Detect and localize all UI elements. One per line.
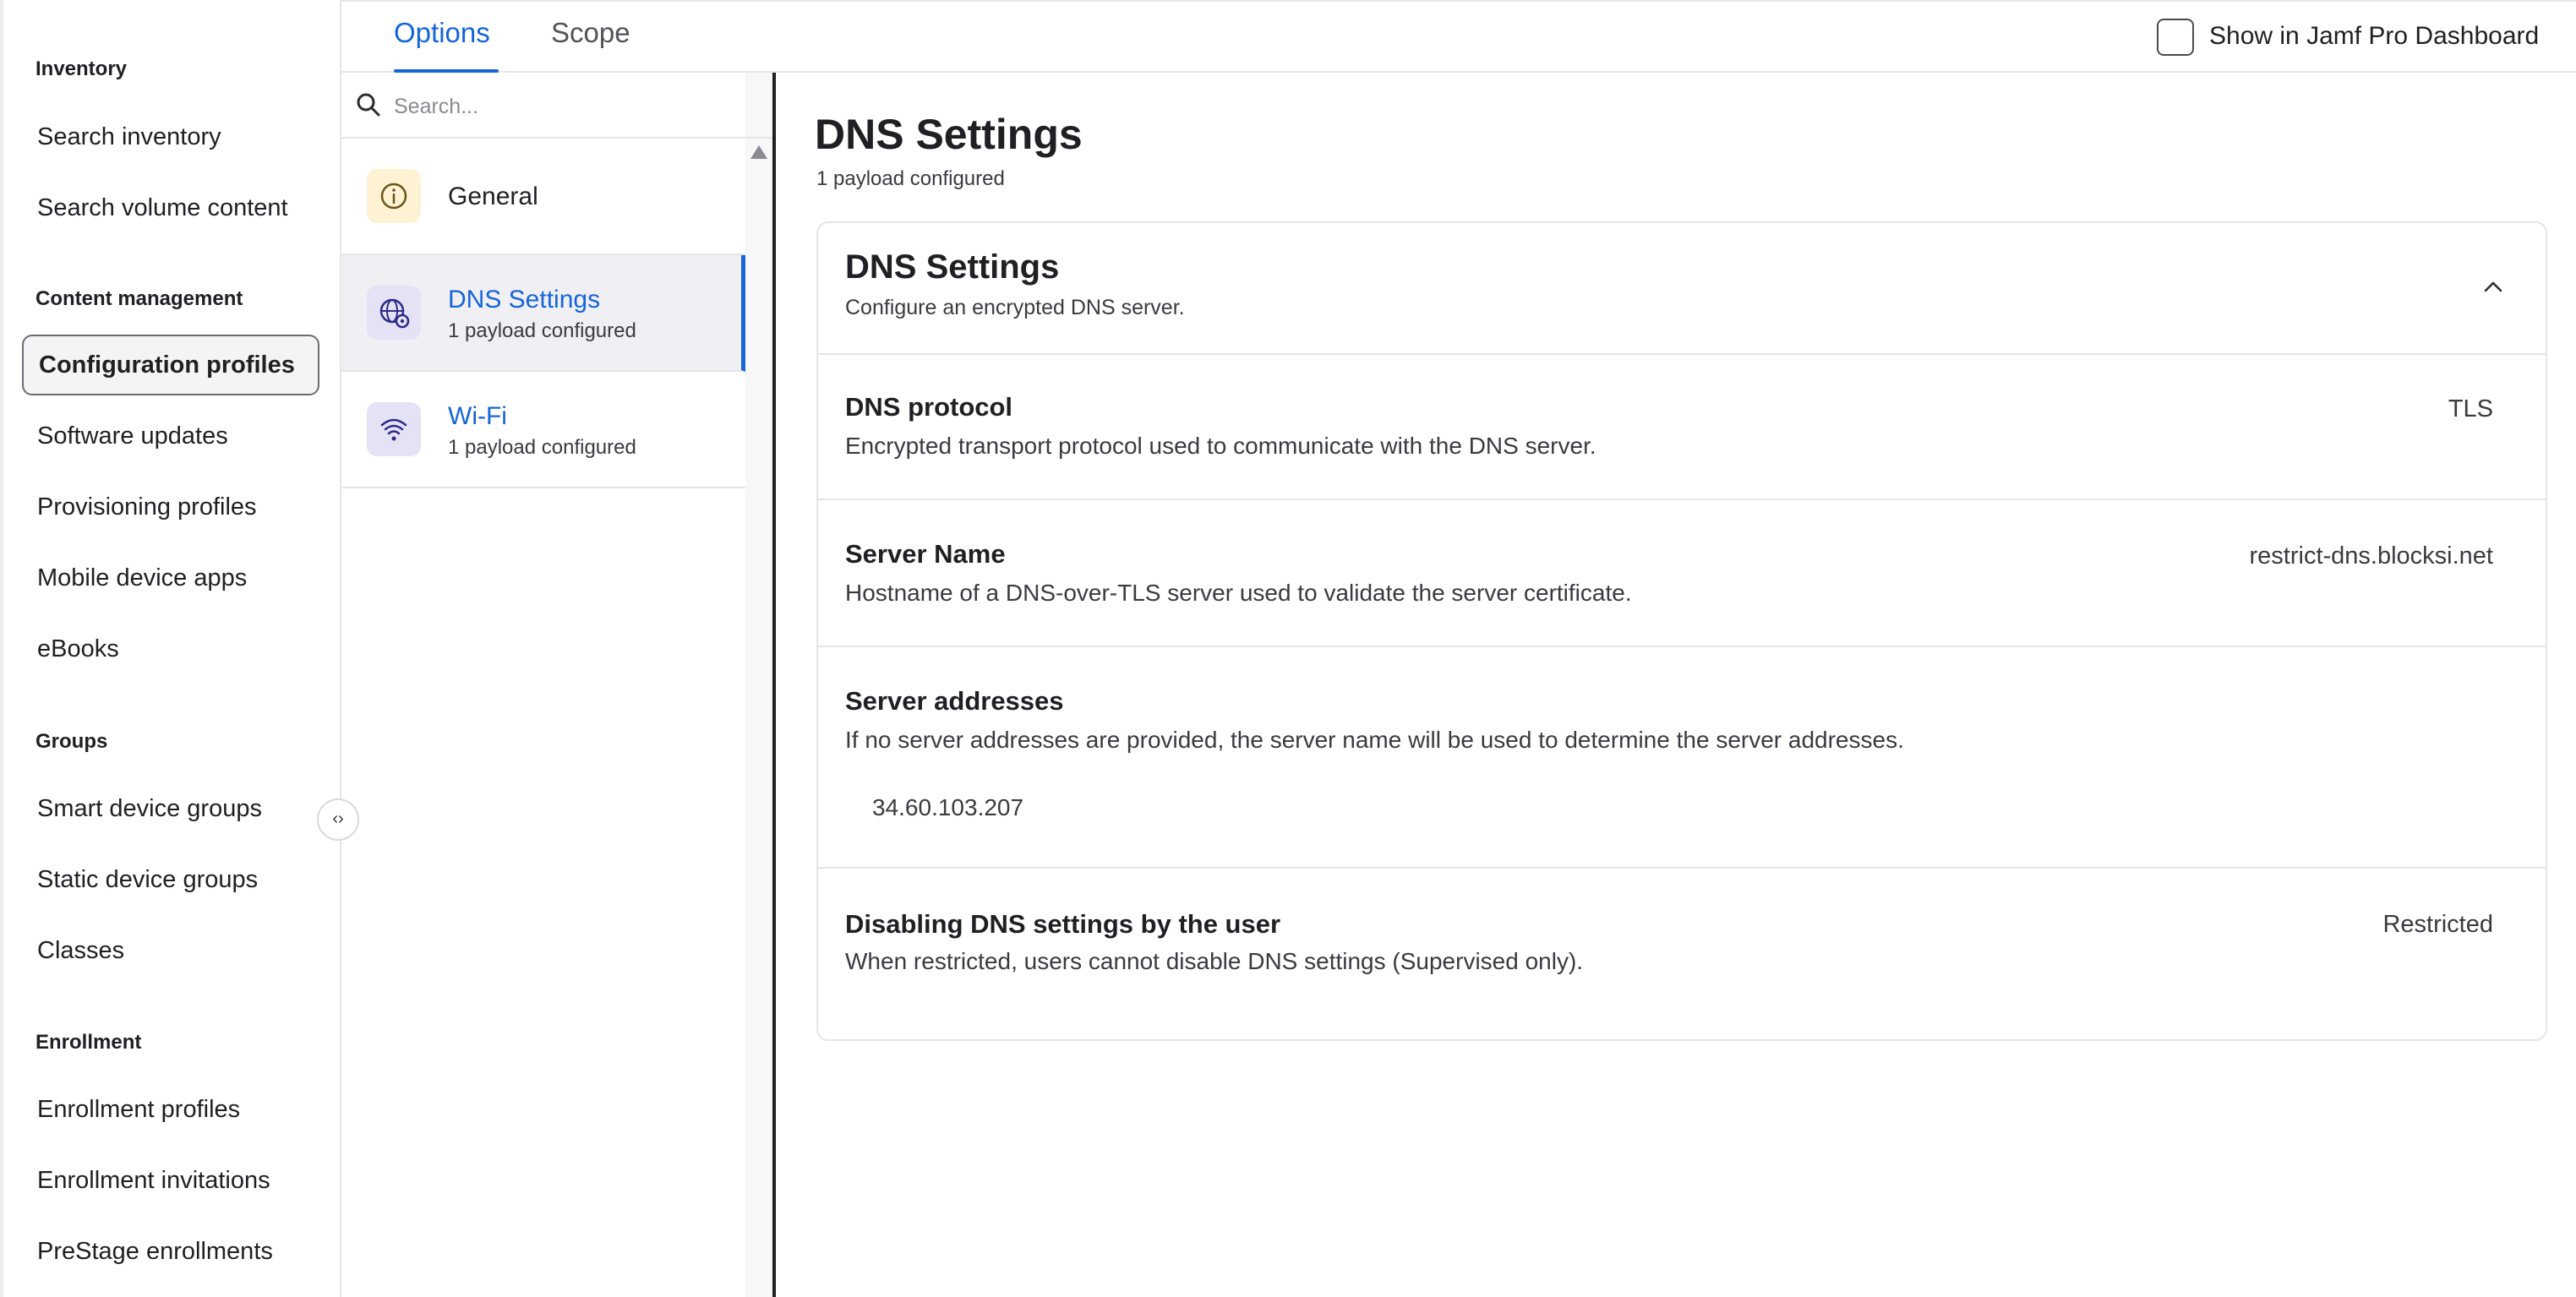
dns-settings-card: DNS Settings Configure an encrypted DNS … bbox=[816, 221, 2547, 1041]
payload-name: Wi-Fi bbox=[448, 402, 507, 430]
setting-label: Server addresses bbox=[845, 686, 1064, 716]
payload-detail-pane: DNS Settings 1 payload configured DNS Se… bbox=[772, 73, 2576, 1297]
payload-search-input[interactable] bbox=[392, 84, 750, 128]
payload-list-panel: General DNS Settings 1 payload configure… bbox=[341, 73, 772, 1297]
setting-row-dns-protocol: DNS protocol Encrypted transport protoco… bbox=[818, 353, 2546, 500]
payload-name: General bbox=[448, 183, 538, 210]
info-icon bbox=[367, 169, 421, 223]
setting-row-server-name: Server Name Hostname of a DNS-over-TLS s… bbox=[818, 500, 2546, 647]
nav-item-search-volume-content[interactable]: Search volume content bbox=[22, 177, 319, 238]
app-window: Inventory Search inventory Search volume… bbox=[0, 0, 2576, 1297]
payload-name: DNS Settings bbox=[448, 286, 601, 313]
setting-value: restrict-dns.blocksi.net bbox=[2249, 542, 2494, 569]
payload-item-dns-settings[interactable]: DNS Settings 1 payload configured bbox=[341, 255, 745, 372]
card-description: Configure an encrypted DNS server. bbox=[845, 296, 1185, 319]
left-navigation: Inventory Search inventory Search volume… bbox=[0, 0, 341, 1297]
card-title: DNS Settings bbox=[845, 248, 1060, 286]
setting-description: Hostname of a DNS-over-TLS server used t… bbox=[845, 580, 1632, 606]
payload-count: 1 payload configured bbox=[448, 436, 636, 459]
setting-description: When restricted, users cannot disable DN… bbox=[845, 948, 1584, 974]
nav-item-static-device-groups[interactable]: Static device groups bbox=[22, 849, 319, 910]
setting-label: Server Name bbox=[845, 539, 1006, 569]
nav-item-software-updates[interactable]: Software updates bbox=[22, 406, 319, 466]
nav-item-enrollment-profiles[interactable]: Enrollment profiles bbox=[22, 1079, 319, 1140]
page-subtitle: 1 payload configured bbox=[816, 167, 1005, 190]
nav-heading-groups: Groups bbox=[35, 730, 108, 753]
tab-scope[interactable]: Scope bbox=[551, 17, 630, 49]
nav-item-prestage-enrollments[interactable]: PreStage enrollments bbox=[22, 1221, 319, 1282]
wifi-icon bbox=[367, 402, 421, 456]
nav-item-mobile-device-apps[interactable]: Mobile device apps bbox=[22, 548, 319, 608]
nav-heading-enrollment: Enrollment bbox=[35, 1031, 142, 1054]
scroll-up-arrow-icon[interactable] bbox=[750, 145, 767, 159]
nav-item-ebooks[interactable]: eBooks bbox=[22, 619, 319, 679]
card-header[interactable]: DNS Settings Configure an encrypted DNS … bbox=[818, 223, 2546, 355]
nav-item-enrollment-invitations[interactable]: Enrollment invitations bbox=[22, 1150, 319, 1211]
setting-description: If no server addresses are provided, the… bbox=[845, 727, 1904, 753]
nav-heading-inventory: Inventory bbox=[35, 57, 128, 80]
tab-options[interactable]: Options bbox=[394, 17, 490, 49]
search-icon bbox=[357, 93, 380, 117]
setting-row-server-addresses: Server addresses If no server addresses … bbox=[818, 647, 2546, 869]
show-in-dashboard-checkbox[interactable] bbox=[2157, 19, 2194, 56]
setting-description: Encrypted transport protocol used to com… bbox=[845, 433, 1596, 459]
code-brackets-icon: ‹› bbox=[332, 809, 344, 828]
nav-heading-content-management: Content management bbox=[35, 287, 243, 310]
payload-count: 1 payload configured bbox=[448, 319, 636, 342]
payload-item-general[interactable]: General bbox=[341, 139, 745, 255]
show-in-dashboard-label[interactable]: Show in Jamf Pro Dashboard bbox=[2209, 22, 2539, 51]
setting-label: Disabling DNS settings by the user bbox=[845, 909, 1281, 939]
setting-row-disable-dns-by-user: Disabling DNS settings by the user When … bbox=[818, 869, 2546, 1041]
page-title: DNS Settings bbox=[815, 111, 1083, 158]
payload-item-wifi[interactable]: Wi-Fi 1 payload configured bbox=[341, 372, 745, 488]
chevron-up-icon[interactable] bbox=[2478, 272, 2508, 302]
tabs-bar: Options Scope Show in Jamf Pro Dashboard bbox=[341, 0, 2576, 73]
nav-item-configuration-profiles[interactable]: Configuration profiles bbox=[22, 335, 319, 395]
setting-value: Restricted bbox=[2382, 911, 2493, 938]
collapse-sidebar-button[interactable]: ‹› bbox=[317, 798, 359, 841]
nav-item-search-inventory[interactable]: Search inventory bbox=[22, 106, 319, 167]
nav-item-provisioning-profiles[interactable]: Provisioning profiles bbox=[22, 477, 319, 537]
setting-value: TLS bbox=[2448, 395, 2493, 422]
payload-list-scrollbar[interactable] bbox=[745, 73, 772, 1297]
setting-label: DNS protocol bbox=[845, 392, 1013, 422]
server-address-item: 34.60.103.207 bbox=[872, 794, 1024, 820]
nav-item-classes[interactable]: Classes bbox=[22, 920, 319, 981]
globe-gear-icon bbox=[367, 286, 421, 340]
payload-search bbox=[341, 73, 772, 139]
window-edge bbox=[0, 0, 3, 1297]
nav-item-smart-device-groups[interactable]: Smart device groups bbox=[22, 778, 319, 839]
